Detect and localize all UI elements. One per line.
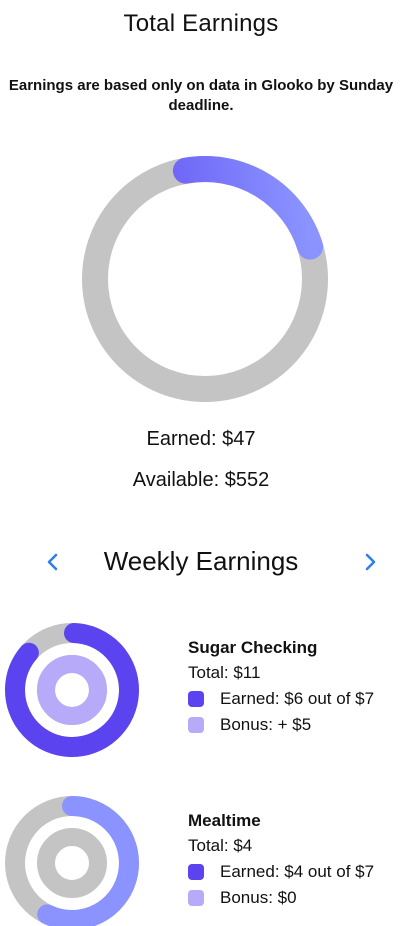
earned-swatch [188,691,204,707]
legend-earned: Earned: $6 out of $7 [188,686,400,712]
chevron-right-icon [365,553,376,571]
legend-earned: Earned: $4 out of $7 [188,859,400,885]
earned-label: Earned: $4 out of $7 [220,862,375,881]
weekly-earnings-title: Weekly Earnings [103,546,299,576]
deadline-note: Earnings are based only on data in Glook… [8,77,394,114]
bonus-label: Bonus: + $5 [220,715,312,734]
bonus-label: Bonus: $0 [220,888,297,907]
next-week-button[interactable] [356,548,384,576]
mealtime-ring [5,796,139,926]
total-earnings-ring [82,156,328,402]
category-name: Mealtime [188,811,261,830]
total-earnings-screen: Total Earnings Earnings are based only o… [0,0,402,926]
available-total: Available: $552 [132,469,270,491]
legend-bonus: Bonus: + $5 [188,712,400,738]
category-total: Total: $11 [188,663,261,682]
meal-inner-track [37,828,107,898]
bonus-swatch [188,890,204,906]
page-title: Total Earnings [123,10,279,37]
sugar-checking-ring [4,623,139,757]
mealtime-summary: Mealtime Total: $4 Earned: $4 out of $7 … [188,809,400,911]
legend-bonus: Bonus: $0 [188,885,400,911]
earned-swatch [188,864,204,880]
weekly-earnings-header: Weekly Earnings [0,544,402,580]
category-total: Total: $4 [188,836,253,855]
earned-total: Earned: $47 [146,428,256,450]
sugar-checking-summary: Sugar Checking Total: $11 Earned: $6 out… [188,636,400,738]
category-name: Sugar Checking [188,638,318,657]
bonus-swatch [188,717,204,733]
earned-label: Earned: $6 out of $7 [220,689,375,708]
sugar-earned-arc [4,623,139,757]
sugar-bonus-arc [37,655,107,725]
